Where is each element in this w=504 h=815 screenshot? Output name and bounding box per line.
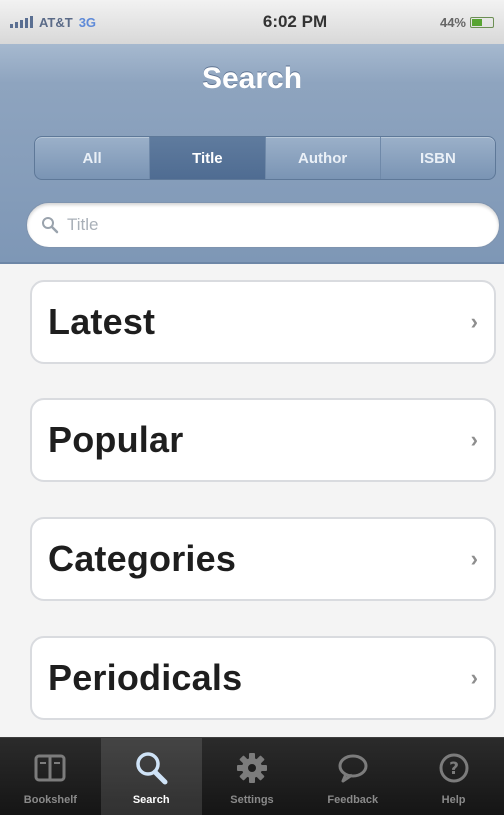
menu-item-periodicals[interactable]: Periodicals ›: [30, 636, 496, 720]
svg-text:?: ?: [449, 759, 459, 779]
menu-item-latest[interactable]: Latest ›: [30, 280, 496, 364]
network-type-label: 3G: [78, 14, 97, 30]
menu-item-categories[interactable]: Categories ›: [30, 517, 496, 601]
segment-title[interactable]: Title: [150, 137, 266, 179]
search-icon: [133, 748, 169, 788]
menu-item-label: Periodicals: [48, 657, 243, 698]
menu-item-label: Latest: [48, 301, 156, 342]
segment-all[interactable]: All: [35, 137, 151, 179]
search-scope-segmented-control: All Title Author ISBN: [34, 136, 496, 180]
bookshelf-icon: [33, 748, 67, 788]
help-icon: ?: [438, 748, 470, 788]
tab-search[interactable]: Search: [100, 738, 202, 815]
tab-label: Search: [132, 793, 170, 806]
tab-label: Feedback: [327, 793, 379, 806]
status-left: AT&T 3G: [10, 15, 190, 30]
chevron-right-icon: ›: [470, 427, 478, 452]
tab-bar: Bookshelf Search Settings Feedback ? Hel…: [0, 737, 504, 815]
segment-author[interactable]: Author: [266, 137, 381, 179]
speech-bubble-icon: [336, 748, 370, 788]
search-field-container[interactable]: [26, 202, 500, 248]
menu-item-popular[interactable]: Popular ›: [30, 398, 496, 482]
navigation-bar: Search All Title Author ISBN: [0, 44, 504, 264]
battery-percent: 44%: [439, 14, 466, 30]
battery-icon: [470, 16, 494, 28]
tab-help[interactable]: ? Help: [403, 738, 504, 815]
chevron-right-icon: ›: [470, 546, 478, 571]
tab-label: Help: [441, 793, 466, 806]
tab-feedback[interactable]: Feedback: [302, 738, 403, 815]
status-right: 44%: [440, 15, 494, 30]
chevron-right-icon: ›: [470, 665, 478, 690]
magnifier-icon: [42, 217, 59, 234]
tab-bookshelf[interactable]: Bookshelf: [0, 738, 101, 815]
tab-label: Settings: [230, 793, 274, 806]
signal-strength-icon: [10, 16, 33, 28]
search-input[interactable]: [67, 215, 467, 235]
menu-item-label: Popular: [48, 419, 184, 460]
chevron-right-icon: ›: [470, 309, 478, 334]
page-title: Search: [201, 62, 303, 95]
segment-isbn[interactable]: ISBN: [381, 137, 495, 179]
status-bar: AT&T 3G 6:02 PM 44%: [0, 0, 504, 44]
carrier-label: AT&T: [39, 14, 73, 30]
status-time: 6:02 PM: [262, 12, 328, 31]
gear-icon: [235, 748, 269, 788]
tab-settings[interactable]: Settings: [202, 738, 303, 815]
menu-item-label: Categories: [48, 538, 237, 579]
tab-label: Bookshelf: [23, 793, 77, 806]
